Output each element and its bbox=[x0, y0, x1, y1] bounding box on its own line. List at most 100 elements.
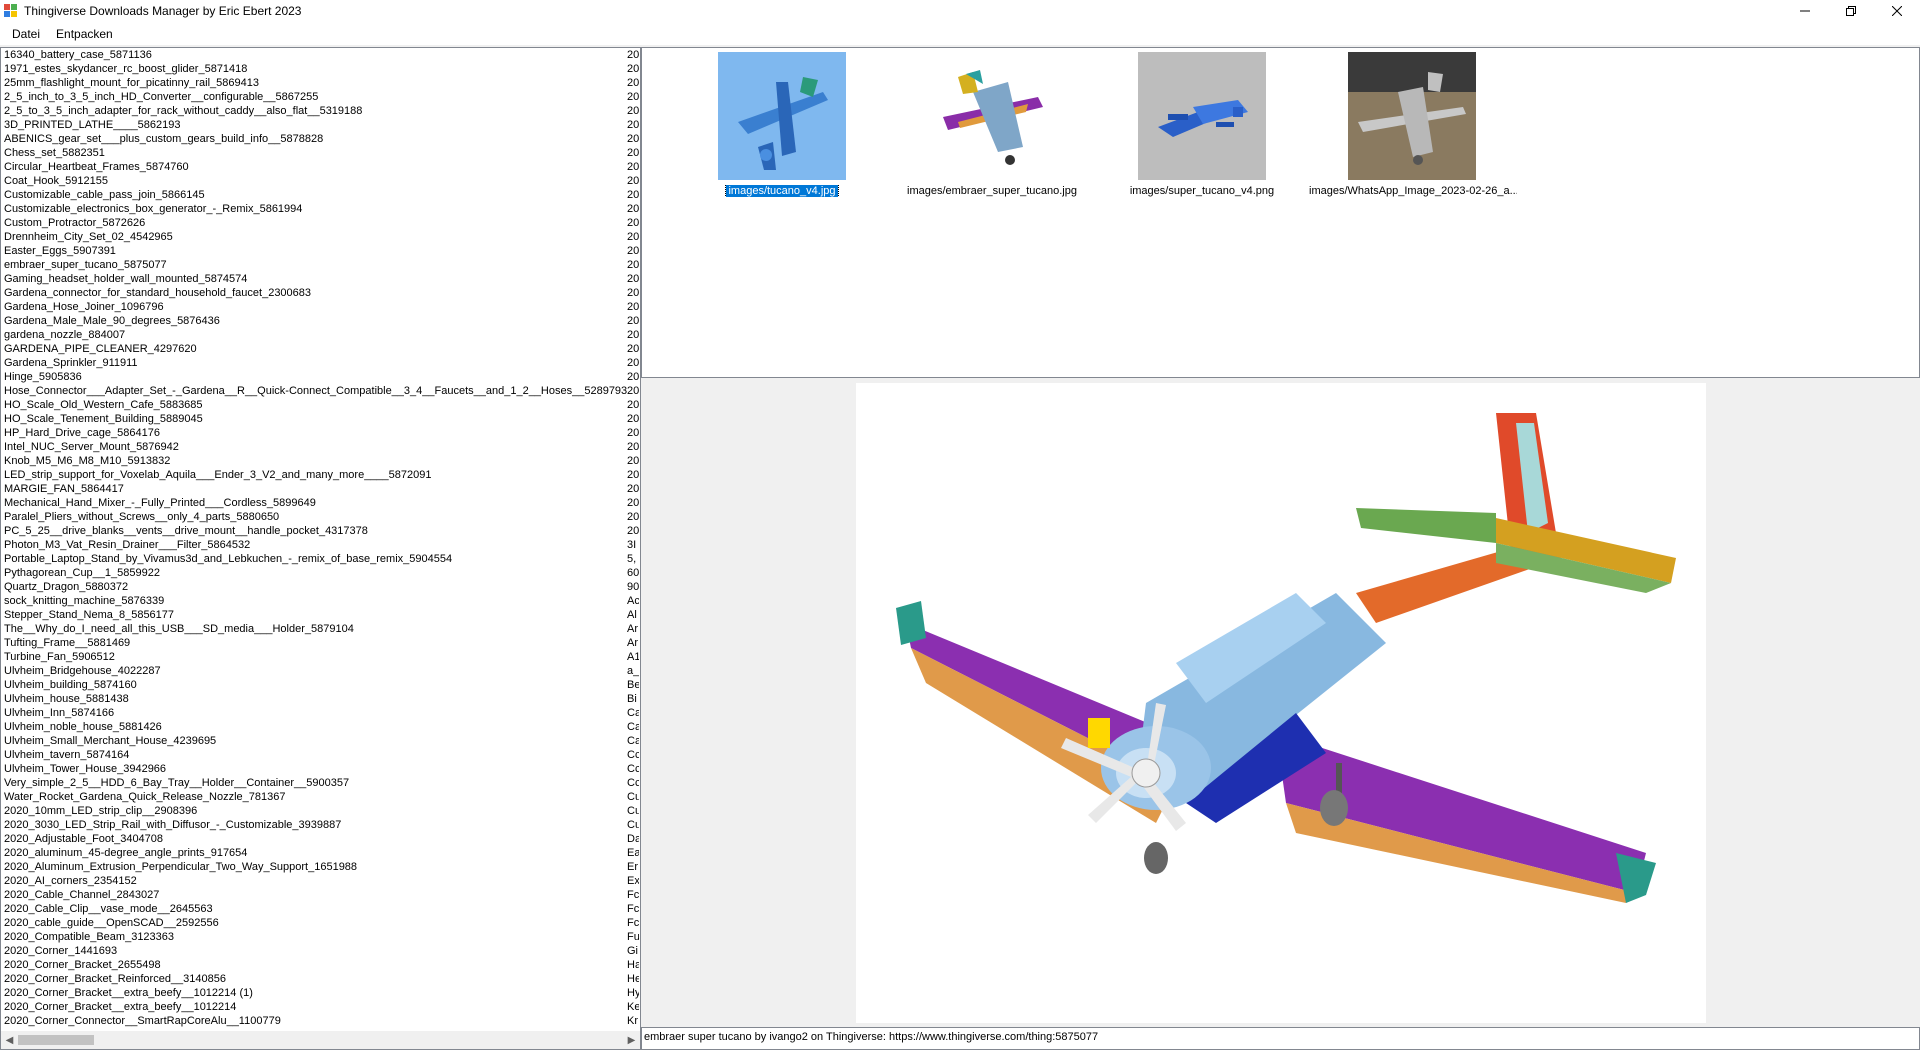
horizontal-scrollbar[interactable]: ◀ ▶ bbox=[1, 1031, 640, 1049]
list-item[interactable]: 2020_Cable_Channel_2843027 Fc bbox=[1, 888, 640, 902]
list-item[interactable]: Quartz_Dragon_5880372 90 bbox=[1, 580, 640, 594]
list-item[interactable]: Gardena_Hose_Joiner_1096796 20 bbox=[1, 300, 640, 314]
list-item[interactable]: LED_strip_support_for_Voxelab_Aquila___E… bbox=[1, 468, 640, 482]
list-item[interactable]: 2020_cable_guide__OpenSCAD__2592556 Fc bbox=[1, 916, 640, 930]
gallery-item[interactable]: images/tucano_v4.jpg bbox=[677, 52, 887, 197]
gallery-item[interactable]: images/WhatsApp_Image_2023-02-26_a... bbox=[1307, 52, 1517, 197]
list-item[interactable]: MARGIE_FAN_5864417 20 bbox=[1, 482, 640, 496]
list-item-column2: Ar bbox=[627, 637, 638, 649]
list-item[interactable]: 2020_10mm_LED_strip_clip__2908396 Cu bbox=[1, 804, 640, 818]
list-item[interactable]: Stepper_Stand_Nema_8_5856177 Al bbox=[1, 608, 640, 622]
list-item-name: HO_Scale_Old_Western_Cafe_5883685 bbox=[4, 399, 203, 411]
list-item[interactable]: Hose_Connector___Adapter_Set_-_Gardena__… bbox=[1, 384, 640, 398]
list-item[interactable]: 2020_Aluminum_Extrusion_Perpendicular_Tw… bbox=[1, 860, 640, 874]
list-item[interactable]: 2020_Corner_Bracket_Reinforced__3140856 H… bbox=[1, 972, 640, 986]
list-item[interactable]: sock_knitting_machine_5876339 Ac bbox=[1, 594, 640, 608]
scrollbar-thumb[interactable] bbox=[18, 1035, 94, 1045]
list-item[interactable]: 2_5_to_3_5_inch_adapter_for_rack_without… bbox=[1, 104, 640, 118]
list-item[interactable]: 2020_Corner_Bracket_2655498 Ha bbox=[1, 958, 640, 972]
list-item[interactable]: Gardena_Male_Male_90_degrees_5876436 20 bbox=[1, 314, 640, 328]
scroll-right-icon[interactable]: ▶ bbox=[623, 1031, 640, 1049]
close-button[interactable] bbox=[1874, 0, 1920, 22]
list-item[interactable]: 2020_Compatible_Beam_3123363 Fu bbox=[1, 930, 640, 944]
list-item[interactable]: Easter_Eggs_5907391 20 bbox=[1, 244, 640, 258]
list-item-name: 2020_Cable_Channel_2843027 bbox=[4, 889, 160, 901]
list-item[interactable]: Portable_Laptop_Stand_by_Vivamus3d_and_L… bbox=[1, 552, 640, 566]
list-item-name: embraer_super_tucano_5875077 bbox=[4, 259, 167, 271]
list-item-name: LED_strip_support_for_Voxelab_Aquila___E… bbox=[4, 469, 432, 481]
list-item[interactable]: 2020_Corner_Bracket__extra_beefy__101221… bbox=[1, 986, 640, 1000]
list-item[interactable]: 3D_PRINTED_LATHE____5862193 20 bbox=[1, 118, 640, 132]
list-item[interactable]: Ulvheim_Bridgehouse_4022287 a_ bbox=[1, 664, 640, 678]
window-title: Thingiverse Downloads Manager by Eric Eb… bbox=[24, 4, 302, 18]
gallery-item[interactable]: images/embraer_super_tucano.jpg bbox=[887, 52, 1097, 197]
list-item[interactable]: Circular_Heartbeat_Frames_5874760 20 bbox=[1, 160, 640, 174]
list-item[interactable]: 25mm_flashlight_mount_for_picatinny_rail… bbox=[1, 76, 640, 90]
list-item[interactable]: ABENICS_gear_set___plus_custom_gears_bui… bbox=[1, 132, 640, 146]
list-item-name: Stepper_Stand_Nema_8_5856177 bbox=[4, 609, 175, 621]
list-item[interactable]: gardena_nozzle_884007 20 bbox=[1, 328, 640, 342]
list-item[interactable]: HP_Hard_Drive_cage_5864176 20 bbox=[1, 426, 640, 440]
list-item[interactable]: 2020_3030_LED_Strip_Rail_with_Diffusor_-… bbox=[1, 818, 640, 832]
list-item[interactable]: Hinge_5905836 20 bbox=[1, 370, 640, 384]
list-item-column2: Fc bbox=[627, 917, 639, 929]
list-item[interactable]: embraer_super_tucano_5875077 20 bbox=[1, 258, 640, 272]
list-item[interactable]: 2_5_inch_to_3_5_inch_HD_Converter__confi… bbox=[1, 90, 640, 104]
list-item-column2: Ex bbox=[627, 875, 639, 887]
list-item[interactable]: Ulvheim_Inn_5874166 Ca bbox=[1, 706, 640, 720]
list-item[interactable]: Gardena_connector_for_standard_household… bbox=[1, 286, 640, 300]
restore-button[interactable] bbox=[1828, 0, 1874, 22]
list-item[interactable]: Gardena_Sprinkler_911911 20 bbox=[1, 356, 640, 370]
list-item[interactable]: Very_simple_2_5__HDD_6_Bay_Tray__Holder_… bbox=[1, 776, 640, 790]
list-item-name: sock_knitting_machine_5876339 bbox=[4, 595, 165, 607]
list-item[interactable]: Ulvheim_tavern_5874164 Cc bbox=[1, 748, 640, 762]
list-item[interactable]: 1971_estes_skydancer_rc_boost_glider_587… bbox=[1, 62, 640, 76]
list-item[interactable]: Knob_M5_M6_M8_M10_5913832 20 bbox=[1, 454, 640, 468]
list-item[interactable]: Ulvheim_Small_Merchant_House_4239695 Ca bbox=[1, 734, 640, 748]
status-text-box[interactable]: embraer super tucano by ivango2 on Thing… bbox=[641, 1027, 1920, 1050]
list-item[interactable]: Ulvheim_building_5874160 Be bbox=[1, 678, 640, 692]
list-item[interactable]: The__Why_do_I_need_all_this_USB___SD_med… bbox=[1, 622, 640, 636]
list-item-name: HO_Scale_Tenement_Building_5889045 bbox=[4, 413, 203, 425]
list-item[interactable]: 2020_Adjustable_Foot_3404708 Da bbox=[1, 832, 640, 846]
list-item[interactable]: Water_Rocket_Gardena_Quick_Release_Nozzl… bbox=[1, 790, 640, 804]
list-item[interactable]: Mechanical_Hand_Mixer_-_Fully_Printed___… bbox=[1, 496, 640, 510]
minimize-button[interactable] bbox=[1782, 0, 1828, 22]
list-item[interactable]: 2020_aluminum_45-degree_angle_prints_917… bbox=[1, 846, 640, 860]
list-item[interactable]: Customizable_cable_pass_join_5866145 20 bbox=[1, 188, 640, 202]
list-item[interactable]: Customizable_electronics_box_generator_-… bbox=[1, 202, 640, 216]
list-item[interactable]: HO_Scale_Old_Western_Cafe_5883685 20 bbox=[1, 398, 640, 412]
list-item[interactable]: Custom_Protractor_5872626 20 bbox=[1, 216, 640, 230]
list-item[interactable]: 16340_battery_case_5871136 20 bbox=[1, 48, 640, 62]
list-item[interactable]: Ulvheim_house_5881438 Bi bbox=[1, 692, 640, 706]
list-item[interactable]: 2020_AI_corners_2354152 Ex bbox=[1, 874, 640, 888]
list-item[interactable]: Coat_Hook_5912155 20 bbox=[1, 174, 640, 188]
list-item[interactable]: Chess_set_5882351 20 bbox=[1, 146, 640, 160]
list-item[interactable]: 2020_Cable_Clip__vase_mode__2645563 Fc bbox=[1, 902, 640, 916]
list-item-column2: Fc bbox=[627, 903, 639, 915]
list-item[interactable]: 2020_Corner_1441693 Gi bbox=[1, 944, 640, 958]
list-item[interactable]: Tufting_Frame__5881469 Ar bbox=[1, 636, 640, 650]
menu-datei[interactable]: Datei bbox=[4, 24, 48, 44]
list-item[interactable]: GARDENA_PIPE_CLEANER_4297620 20 bbox=[1, 342, 640, 356]
list-item-name: 2020_cable_guide__OpenSCAD__2592556 bbox=[4, 917, 219, 929]
list-item[interactable]: Ulvheim_noble_house_5881426 Ca bbox=[1, 720, 640, 734]
list-item[interactable]: HO_Scale_Tenement_Building_5889045 20 bbox=[1, 412, 640, 426]
list-item[interactable]: 2020_Corner_Connector__SmartRapCoreAlu__… bbox=[1, 1014, 640, 1028]
gallery-item[interactable]: images/super_tucano_v4.png bbox=[1097, 52, 1307, 197]
downloads-list[interactable]: 16340_battery_case_5871136 20 1971_estes_s… bbox=[1, 48, 640, 1031]
scroll-left-icon[interactable]: ◀ bbox=[1, 1031, 18, 1049]
close-icon bbox=[1892, 6, 1902, 16]
list-item-column2: 20 bbox=[627, 385, 639, 397]
list-item[interactable]: Turbine_Fan_5906512 A1 bbox=[1, 650, 640, 664]
list-item[interactable]: Photon_M3_Vat_Resin_Drainer___Filter_586… bbox=[1, 538, 640, 552]
list-item[interactable]: 2020_Corner_Bracket__extra_beefy__101221… bbox=[1, 1000, 640, 1014]
list-item[interactable]: Gaming_headset_holder_wall_mounted_58745… bbox=[1, 272, 640, 286]
list-item[interactable]: Pythagorean_Cup__1_5859922 60 bbox=[1, 566, 640, 580]
list-item[interactable]: PC_5_25__drive_blanks__vents__drive_moun… bbox=[1, 524, 640, 538]
list-item[interactable]: Drennheim_City_Set_02_4542965 20 bbox=[1, 230, 640, 244]
list-item[interactable]: Paralel_Pliers_without_Screws__only_4_pa… bbox=[1, 510, 640, 524]
list-item[interactable]: Intel_NUC_Server_Mount_5876942 20 bbox=[1, 440, 640, 454]
menu-entpacken[interactable]: Entpacken bbox=[48, 24, 121, 44]
list-item[interactable]: Ulvheim_Tower_House_3942966 Cc bbox=[1, 762, 640, 776]
